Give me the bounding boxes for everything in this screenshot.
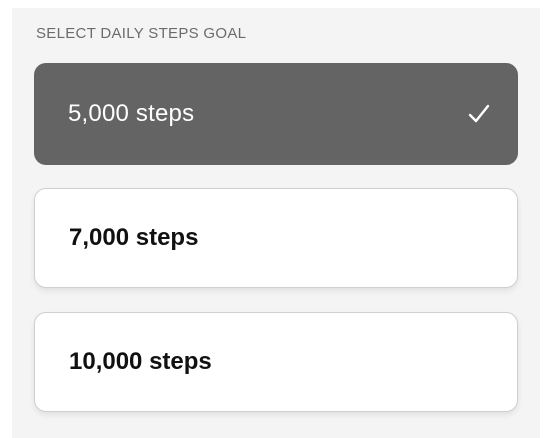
option-5000-steps[interactable]: 5,000 steps (34, 63, 518, 165)
check-icon (466, 101, 492, 127)
option-label: 7,000 steps (69, 224, 199, 251)
option-label: 5,000 steps (68, 100, 195, 127)
section-heading: SELECT DAILY STEPS GOAL (36, 25, 247, 42)
option-7000-steps[interactable]: 7,000 steps (34, 188, 518, 288)
option-label: 10,000 steps (69, 348, 212, 375)
option-10000-steps[interactable]: 10,000 steps (34, 312, 518, 412)
